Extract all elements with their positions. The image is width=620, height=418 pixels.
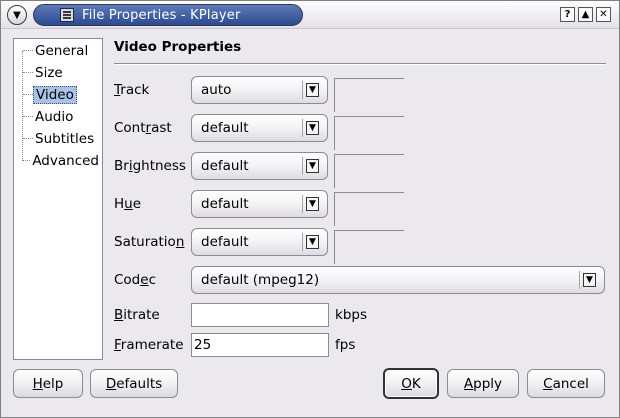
saturation-value: default [201, 234, 249, 250]
tree-item-label: Audio [35, 108, 74, 125]
hue-slider-box[interactable] [334, 192, 404, 226]
category-tree[interactable]: General Size Video Audio Subtitles Advan… [13, 38, 103, 360]
tree-item-label: Advanced [32, 152, 99, 169]
bitrate-unit: kbps [335, 307, 367, 323]
contrast-slider-box[interactable] [334, 116, 404, 150]
contrast-value: default [201, 120, 249, 136]
hue-value: default [201, 196, 249, 212]
chevron-down-icon: ▼ [302, 195, 322, 213]
tree-item-label: Size [35, 64, 63, 81]
ok-button[interactable]: OK [383, 368, 439, 399]
chevron-down-icon: ▼ [302, 81, 322, 99]
chevron-down-icon: ▼ [13, 9, 21, 21]
track-value: auto [201, 82, 232, 98]
tree-item-advanced[interactable]: Advanced [15, 150, 101, 171]
tree-item-general[interactable]: General [15, 40, 101, 61]
framerate-unit: fps [335, 337, 356, 353]
brightness-combo[interactable]: default ▼ [191, 152, 328, 180]
brightness-label: Brightness [114, 158, 186, 174]
codec-label: Codec [114, 272, 157, 288]
tree-item-label: General [35, 42, 89, 59]
saturation-combo[interactable]: default ▼ [191, 228, 328, 256]
apply-button[interactable]: Apply [447, 369, 519, 398]
framerate-input[interactable]: 25 [191, 333, 329, 357]
brightness-value: default [201, 158, 249, 174]
file-properties-window: ▼ File Properties - KPlayer ? ▲ ✕ Genera… [0, 0, 620, 418]
codec-value: default (mpeg12) [201, 272, 320, 288]
track-combo[interactable]: auto ▼ [191, 76, 328, 104]
codec-combo[interactable]: default (mpeg12) ▼ [191, 266, 605, 294]
cancel-button[interactable]: Cancel [527, 369, 605, 398]
saturation-label: Saturation [114, 234, 185, 250]
track-label: Track [114, 82, 150, 98]
tree-item-subtitles[interactable]: Subtitles [15, 128, 101, 149]
hue-combo[interactable]: default ▼ [191, 190, 328, 218]
tree-item-audio[interactable]: Audio [15, 106, 101, 127]
defaults-button[interactable]: Defaults [90, 369, 178, 398]
title-pill[interactable]: File Properties - KPlayer [33, 4, 303, 26]
help-button[interactable]: Help [13, 369, 83, 398]
section-divider [114, 63, 606, 65]
contrast-combo[interactable]: default ▼ [191, 114, 328, 142]
tree-item-size[interactable]: Size [15, 62, 101, 83]
help-icon[interactable]: ? [560, 7, 575, 22]
window-menu-button[interactable]: ▼ [7, 5, 27, 25]
bitrate-label: Bitrate [114, 307, 160, 323]
track-info-box [334, 78, 404, 112]
brightness-slider-box[interactable] [334, 154, 404, 188]
title-bar[interactable]: ▼ File Properties - KPlayer ? ▲ ✕ [1, 1, 619, 29]
chevron-down-icon: ▼ [302, 233, 322, 251]
chevron-down-icon: ▼ [302, 119, 322, 137]
tree-item-video[interactable]: Video [15, 84, 101, 105]
tree-item-label: Subtitles [35, 130, 95, 147]
maximize-icon[interactable]: ▲ [578, 7, 593, 22]
titlebar-buttons: ? ▲ ✕ [560, 7, 611, 22]
chevron-down-icon: ▼ [302, 157, 322, 175]
chevron-down-icon: ▼ [579, 271, 599, 289]
close-icon[interactable]: ✕ [596, 7, 611, 22]
bitrate-input[interactable] [191, 303, 329, 327]
contrast-label: Contrast [114, 120, 172, 136]
saturation-slider-box[interactable] [334, 230, 404, 264]
framerate-label: Framerate [114, 337, 184, 353]
window-title: File Properties - KPlayer [82, 7, 241, 23]
document-icon [60, 8, 74, 22]
tree-item-label: Video [33, 85, 77, 104]
hue-label: Hue [114, 196, 142, 212]
section-title: Video Properties [114, 39, 242, 55]
